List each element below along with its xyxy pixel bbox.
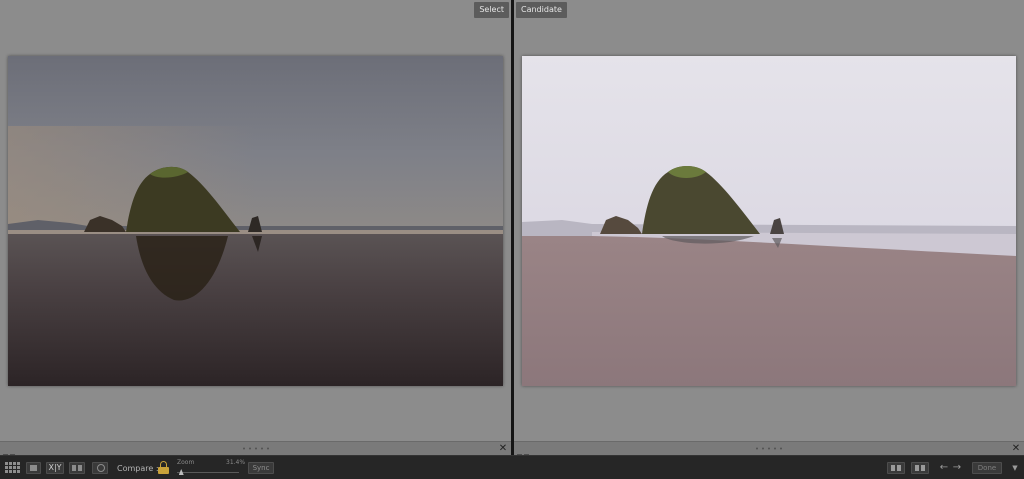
loupe-view-icon[interactable] xyxy=(26,462,41,474)
survey-view-icon[interactable] xyxy=(69,462,85,474)
drag-handle-icon[interactable] xyxy=(754,447,784,450)
bottom-toolbar: X|Y Compare : Zoom 31.4% Sync ← → Done ▼ xyxy=(0,455,1024,479)
make-select-icon[interactable] xyxy=(911,462,929,474)
zoom-label: Zoom xyxy=(177,459,195,466)
candidate-photo[interactable] xyxy=(522,56,1016,386)
previous-arrow-icon[interactable]: ← xyxy=(939,462,949,474)
flag-icons[interactable] xyxy=(3,445,19,455)
compare-label: Compare : xyxy=(117,464,159,473)
grid-view-icon[interactable] xyxy=(5,462,21,473)
candidate-filmstrip-bar: ✕ xyxy=(514,441,1024,455)
close-icon[interactable]: ✕ xyxy=(498,442,508,455)
close-icon[interactable]: ✕ xyxy=(1011,442,1021,455)
toolbar-menu-icon[interactable]: ▼ xyxy=(1010,463,1020,473)
candidate-panel[interactable]: Candidate ✕ xyxy=(514,0,1024,455)
flag-icons[interactable] xyxy=(517,445,533,455)
select-photo[interactable] xyxy=(8,56,503,386)
sync-button[interactable]: Sync xyxy=(248,462,274,474)
next-arrow-icon[interactable]: → xyxy=(952,462,962,474)
zoom-slider-track xyxy=(177,472,239,473)
select-panel[interactable]: Select ✕ xyxy=(0,0,511,455)
drag-handle-icon[interactable] xyxy=(240,447,271,450)
done-button[interactable]: Done xyxy=(972,462,1002,474)
compare-view-icon[interactable]: X|Y xyxy=(46,462,64,474)
zoom-value: 31.4% xyxy=(226,459,246,466)
zoom-slider[interactable] xyxy=(177,469,239,476)
candidate-label: Candidate xyxy=(516,2,567,18)
swap-icon[interactable] xyxy=(887,462,905,474)
select-label: Select xyxy=(474,2,509,18)
lock-icon[interactable] xyxy=(158,461,169,475)
people-view-icon[interactable] xyxy=(92,462,108,474)
candidate-photo-image xyxy=(522,56,1016,386)
select-filmstrip-bar: ✕ xyxy=(0,441,511,455)
select-photo-image xyxy=(8,56,503,386)
